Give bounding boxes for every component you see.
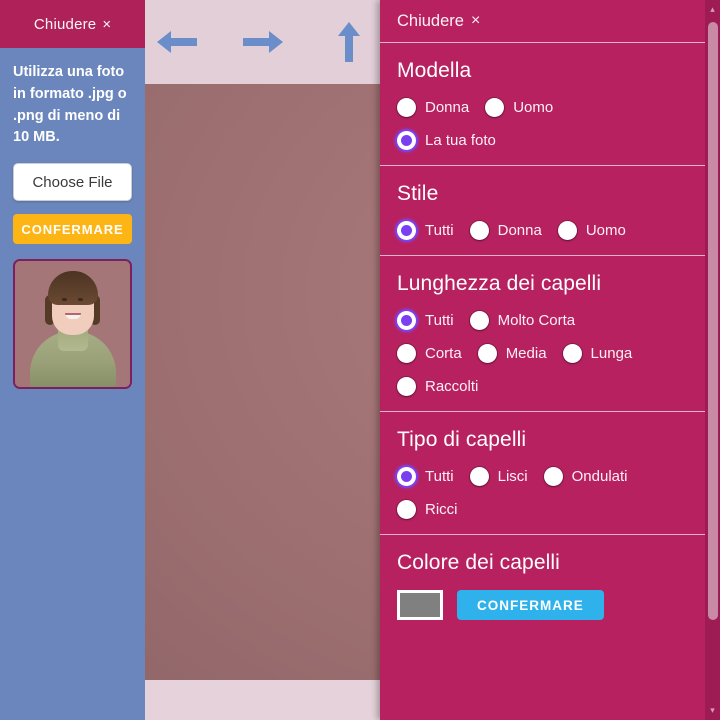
panel-confirm-label: CONFERMARE — [477, 597, 584, 613]
arrow-right-icon[interactable] — [239, 18, 287, 66]
radio-option-label: Donna — [425, 99, 470, 116]
radio-option-tutti[interactable]: Tutti — [397, 311, 454, 330]
radio-option-tutti[interactable]: Tutti — [397, 467, 454, 486]
radio-unchecked-icon[interactable] — [469, 311, 489, 330]
thumbnail-eye-left — [62, 298, 67, 301]
arrow-left-icon[interactable] — [153, 18, 201, 66]
upload-hint-text: Utilizza una foto in formato .jpg o .png… — [13, 64, 127, 146]
radio-unchecked-icon[interactable] — [562, 344, 582, 363]
radio-option-label: Ondulati — [571, 468, 628, 485]
radio-unchecked-icon[interactable] — [469, 221, 489, 240]
radio-checked-icon[interactable] — [397, 221, 416, 240]
radio-option-label: Corta — [425, 345, 462, 362]
radio-option-label: La tua foto — [425, 132, 496, 149]
radio-unchecked-icon[interactable] — [397, 500, 416, 519]
radio-option-media[interactable]: Media — [477, 344, 547, 363]
radio-option-tutti[interactable]: Tutti — [397, 221, 454, 240]
scroll-up-icon[interactable]: ▴ — [705, 2, 720, 17]
radio-unchecked-icon[interactable] — [469, 467, 489, 486]
radio-option-label: Molto Corta — [497, 312, 576, 329]
thumbnail-eye-right — [78, 298, 83, 301]
sidebar-confirm-button[interactable]: CONFERMARE — [13, 214, 132, 244]
radio-unchecked-icon[interactable] — [543, 467, 563, 486]
filter-section: Tipo di capelli Tutti Lisci Ondulati Ricci — [380, 412, 720, 535]
filter-panel: Chiudere × Modella Donna Uomo La tua foto St… — [380, 0, 720, 720]
radio-option-label: Tutti — [425, 222, 454, 239]
radio-group: Tutti Donna Uomo — [397, 221, 703, 240]
radio-option-uomo[interactable]: Uomo — [557, 221, 626, 240]
upload-sidebar: Chiudere × Utilizza una foto in formato … — [0, 0, 145, 720]
arrow-up-icon[interactable] — [325, 18, 373, 66]
radio-option-corta[interactable]: Corta — [397, 344, 462, 363]
panel-scrollbar[interactable]: ▴ ▾ — [705, 0, 720, 720]
choose-file-button[interactable]: Choose File — [13, 163, 132, 201]
app-window: Chiudere × Utilizza una foto in formato … — [0, 0, 720, 720]
radio-row: Ricci — [397, 500, 703, 519]
radio-group: Tutti Molto Corta Corta Media Lunga Raccolti — [397, 311, 703, 396]
radio-option-lunga[interactable]: Lunga — [562, 344, 633, 363]
filter-section: Lunghezza dei capelli Tutti Molto Corta Cor… — [380, 256, 720, 412]
radio-unchecked-icon[interactable] — [397, 344, 416, 363]
scrollbar-thumb[interactable] — [708, 22, 718, 620]
panel-close-button[interactable]: Chiudere × — [380, 0, 720, 43]
radio-option-donna[interactable]: Donna — [397, 98, 469, 117]
radio-unchecked-icon[interactable] — [397, 98, 416, 117]
radio-group: Tutti Lisci Ondulati Ricci — [397, 467, 703, 519]
radio-checked-icon[interactable] — [397, 311, 416, 330]
scroll-down-icon[interactable]: ▾ — [705, 703, 720, 718]
radio-checked-icon[interactable] — [397, 131, 416, 150]
radio-option-la-tua-foto[interactable]: La tua foto — [397, 131, 496, 150]
radio-option-ondulati[interactable]: Ondulati — [543, 467, 628, 486]
uploaded-photo-thumbnail[interactable] — [13, 259, 132, 389]
radio-unchecked-icon[interactable] — [485, 98, 505, 117]
hair-color-swatch[interactable] — [397, 590, 443, 620]
radio-option-label: Raccolti — [425, 378, 479, 395]
radio-row: Raccolti — [397, 377, 703, 396]
sidebar-confirm-label: CONFERMARE — [21, 221, 124, 237]
panel-confirm-button[interactable]: CONFERMARE — [457, 590, 604, 620]
filter-section: Stile Tutti Donna Uomo — [380, 166, 720, 256]
radio-unchecked-icon[interactable] — [477, 344, 497, 363]
radio-unchecked-icon[interactable] — [397, 377, 416, 396]
radio-option-donna[interactable]: Donna — [469, 221, 542, 240]
radio-option-label: Media — [505, 345, 547, 362]
radio-option-lisci[interactable]: Lisci — [469, 467, 528, 486]
radio-option-uomo[interactable]: Uomo — [485, 98, 553, 117]
radio-option-label: Uomo — [513, 99, 554, 116]
filter-section: Modella Donna Uomo La tua foto — [380, 43, 720, 166]
filter-sections: Modella Donna Uomo La tua foto Stile Tutti Don… — [380, 43, 720, 635]
radio-row: La tua foto — [397, 131, 703, 150]
radio-row: Donna Uomo — [397, 98, 703, 117]
radio-checked-icon[interactable] — [397, 467, 416, 486]
panel-close-label: Chiudere — [397, 11, 464, 30]
filter-section-title: Stile — [397, 182, 439, 205]
radio-option-ricci[interactable]: Ricci — [397, 500, 458, 519]
radio-unchecked-icon[interactable] — [557, 221, 577, 240]
radio-option-molto-corta[interactable]: Molto Corta — [469, 311, 576, 330]
radio-group: Donna Uomo La tua foto — [397, 98, 703, 150]
radio-row: Tutti Lisci Ondulati — [397, 467, 703, 486]
close-icon: × — [470, 12, 481, 29]
radio-row: Corta Media Lunga — [397, 344, 703, 363]
radio-option-label: Uomo — [585, 222, 626, 239]
radio-option-label: Ricci — [425, 501, 458, 518]
close-icon: × — [102, 15, 112, 33]
filter-section-title: Lunghezza dei capelli — [397, 272, 602, 295]
filter-section-title: Modella — [397, 59, 472, 82]
filter-section-title: Colore dei capelli — [397, 551, 560, 574]
sidebar-close-label: Chiudere — [33, 15, 97, 33]
sidebar-close-button[interactable]: Chiudere × — [0, 0, 145, 48]
radio-option-label: Tutti — [425, 312, 454, 329]
radio-option-label: Lunga — [590, 345, 633, 362]
radio-option-raccolti[interactable]: Raccolti — [397, 377, 478, 396]
radio-option-label: Donna — [497, 222, 542, 239]
filter-section-title: Tipo di capelli — [397, 428, 527, 451]
filter-section: Colore dei capelli CONFERMARE — [380, 535, 720, 635]
radio-row: Tutti Molto Corta — [397, 311, 703, 330]
radio-option-label: Lisci — [497, 468, 528, 485]
radio-row: Tutti Donna Uomo — [397, 221, 703, 240]
radio-option-label: Tutti — [425, 468, 454, 485]
choose-file-label: Choose File — [32, 173, 113, 191]
hair-color-controls: CONFERMARE — [397, 590, 703, 620]
